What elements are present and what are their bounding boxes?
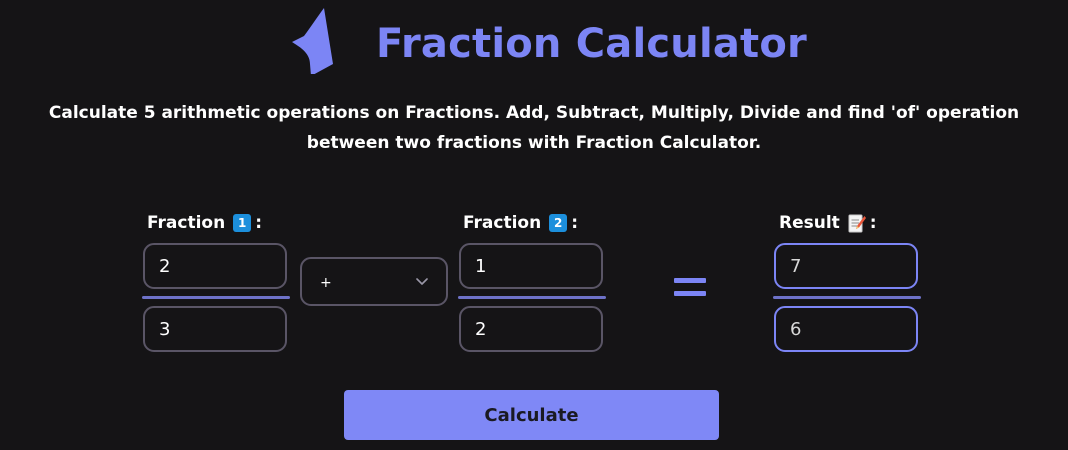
result-label: Result : bbox=[779, 211, 877, 235]
calculate-button[interactable]: Calculate bbox=[344, 390, 719, 440]
star-logo-icon bbox=[292, 8, 333, 74]
memo-icon bbox=[848, 214, 866, 233]
fraction2-label: Fraction 2 : bbox=[463, 211, 578, 235]
fraction1-divider bbox=[142, 296, 290, 299]
result-numerator-output[interactable] bbox=[774, 243, 918, 289]
chevron-down-icon bbox=[416, 277, 428, 285]
fraction2-denominator-input[interactable] bbox=[459, 306, 603, 352]
result-divider bbox=[773, 296, 921, 299]
fraction1-numerator-input[interactable] bbox=[143, 243, 287, 289]
operator-select[interactable]: + bbox=[300, 257, 448, 306]
fraction2-label-colon: : bbox=[571, 213, 579, 233]
app-header: Fraction Calculator bbox=[0, 6, 1068, 78]
page-description: Calculate 5 arithmetic operations on Fra… bbox=[48, 103, 1020, 153]
fraction2-divider bbox=[458, 296, 606, 299]
result-denominator-output[interactable] bbox=[774, 306, 918, 352]
equals-icon bbox=[674, 278, 706, 298]
fraction1-label: Fraction 1 : bbox=[147, 211, 262, 235]
fraction1-label-colon: : bbox=[255, 213, 263, 233]
result-label-colon: : bbox=[869, 213, 877, 233]
keycap-two-icon: 2 bbox=[549, 214, 568, 232]
fraction2-label-text: Fraction bbox=[463, 213, 542, 233]
keycap-one-icon: 1 bbox=[233, 214, 252, 232]
page-title: Fraction Calculator bbox=[376, 21, 807, 67]
operator-select-value: + bbox=[320, 275, 332, 291]
fraction1-denominator-input[interactable] bbox=[143, 306, 287, 352]
fraction2-numerator-input[interactable] bbox=[459, 243, 603, 289]
result-label-text: Result bbox=[779, 213, 840, 233]
fraction1-label-text: Fraction bbox=[147, 213, 226, 233]
